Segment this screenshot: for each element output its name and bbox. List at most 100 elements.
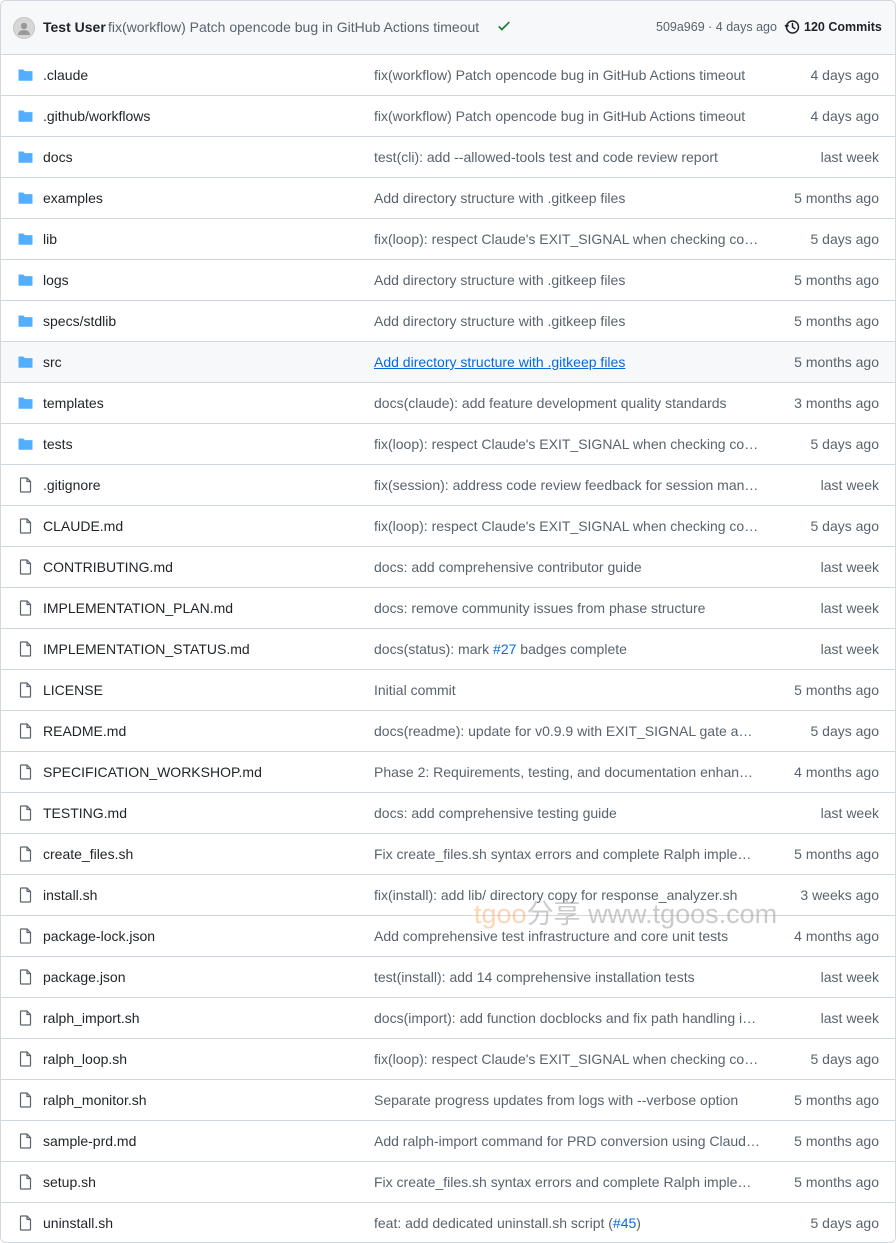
file-name[interactable]: src (43, 354, 62, 370)
commit-message[interactable]: fix(loop): respect Claude's EXIT_SIGNAL … (374, 1051, 760, 1067)
commit-age[interactable]: 5 months ago (794, 1133, 879, 1149)
commit-age[interactable]: 5 days ago (811, 1051, 880, 1067)
file-name[interactable]: docs (43, 149, 73, 165)
file-row[interactable]: src Add directory structure with .gitkeep… (1, 342, 895, 383)
commit-age[interactable]: 5 days ago (811, 518, 880, 534)
file-name[interactable]: ralph_monitor.sh (43, 1092, 147, 1108)
commit-message[interactable]: docs(readme): update for v0.9.9 with EXI… (374, 723, 760, 739)
commit-age[interactable]: last week (821, 641, 879, 657)
file-name[interactable]: CLAUDE.md (43, 518, 123, 534)
commit-message[interactable]: fix(loop): respect Claude's EXIT_SIGNAL … (374, 436, 760, 452)
commit-age[interactable]: 5 months ago (794, 354, 879, 370)
commits-link[interactable]: 120 Commits (784, 19, 882, 35)
file-row[interactable]: templates docs(claude): add feature devel… (1, 383, 895, 424)
issue-link[interactable]: #45 (613, 1215, 636, 1231)
file-row[interactable]: setup.sh Fix create_files.sh syntax error… (1, 1162, 895, 1203)
commit-age[interactable]: last week (821, 149, 879, 165)
file-row[interactable]: lib fix(loop): respect Claude's EXIT_SIGN… (1, 219, 895, 260)
file-name[interactable]: IMPLEMENTATION_STATUS.md (43, 641, 250, 657)
file-row[interactable]: examples Add directory structure with .gi… (1, 178, 895, 219)
commit-message[interactable]: Add directory structure with .gitkeep fi… (374, 354, 760, 370)
file-name[interactable]: LICENSE (43, 682, 103, 698)
file-row[interactable]: ralph_loop.sh fix(loop): respect Claude's… (1, 1039, 895, 1080)
file-row[interactable]: IMPLEMENTATION_STATUS.md docs(status): ma… (1, 629, 895, 670)
file-row[interactable]: .github/workflows fix(workflow) Patch ope… (1, 96, 895, 137)
file-name[interactable]: setup.sh (43, 1174, 96, 1190)
commit-age[interactable]: last week (821, 1010, 879, 1026)
latest-commit-message[interactable]: fix(workflow) Patch opencode bug in GitH… (108, 19, 479, 35)
commit-age[interactable]: 5 days ago (811, 231, 880, 247)
commit-message[interactable]: docs(claude): add feature development qu… (374, 395, 760, 411)
file-name[interactable]: sample-prd.md (43, 1133, 136, 1149)
file-name[interactable]: examples (43, 190, 103, 206)
commit-age[interactable]: 3 weeks ago (800, 887, 879, 903)
commit-message[interactable]: fix(loop): respect Claude's EXIT_SIGNAL … (374, 518, 760, 534)
file-row[interactable]: docs test(cli): add --allowed-tools test … (1, 137, 895, 178)
commit-message[interactable]: docs(status): mark #27 badges complete (374, 641, 760, 657)
commit-message[interactable]: docs(import): add function docblocks and… (374, 1010, 760, 1026)
commit-age[interactable]: last week (821, 477, 879, 493)
commit-message[interactable]: docs: remove community issues from phase… (374, 600, 760, 616)
commit-message[interactable]: fix(loop): respect Claude's EXIT_SIGNAL … (374, 231, 760, 247)
file-name[interactable]: package.json (43, 969, 126, 985)
commit-message[interactable]: fix(session): address code review feedba… (374, 477, 760, 493)
commit-author[interactable]: Test User (43, 19, 106, 35)
commit-age[interactable]: last week (821, 559, 879, 575)
avatar[interactable] (13, 17, 35, 39)
file-name[interactable]: ralph_loop.sh (43, 1051, 127, 1067)
file-row[interactable]: create_files.sh Fix create_files.sh synta… (1, 834, 895, 875)
file-name[interactable]: lib (43, 231, 57, 247)
file-name[interactable]: ralph_import.sh (43, 1010, 140, 1026)
file-name[interactable]: CONTRIBUTING.md (43, 559, 173, 575)
commit-age[interactable]: last week (821, 805, 879, 821)
commit-message[interactable]: test(install): add 14 comprehensive inst… (374, 969, 760, 985)
commit-message[interactable]: feat: add dedicated uninstall.sh script … (374, 1215, 760, 1231)
file-name[interactable]: README.md (43, 723, 126, 739)
file-row[interactable]: CONTRIBUTING.md docs: add comprehensive c… (1, 547, 895, 588)
commit-message[interactable]: test(cli): add --allowed-tools test and … (374, 149, 760, 165)
commit-age[interactable]: 5 months ago (794, 682, 879, 698)
file-name[interactable]: uninstall.sh (43, 1215, 113, 1231)
commit-message[interactable]: Add directory structure with .gitkeep fi… (374, 313, 760, 329)
file-name[interactable]: IMPLEMENTATION_PLAN.md (43, 600, 233, 616)
file-row[interactable]: package-lock.json Add comprehensive test … (1, 916, 895, 957)
commit-message[interactable]: Fix create_files.sh syntax errors and co… (374, 846, 760, 862)
file-row[interactable]: install.sh fix(install): add lib/ directo… (1, 875, 895, 916)
commit-age[interactable]: 5 months ago (794, 846, 879, 862)
commit-age[interactable]: 4 months ago (794, 928, 879, 944)
commit-message[interactable]: fix(workflow) Patch opencode bug in GitH… (374, 108, 760, 124)
commit-age[interactable]: last week (821, 600, 879, 616)
file-row[interactable]: README.md docs(readme): update for v0.9.9… (1, 711, 895, 752)
file-name[interactable]: tests (43, 436, 73, 452)
commit-age[interactable]: 5 months ago (794, 1174, 879, 1190)
file-row[interactable]: tests fix(loop): respect Claude's EXIT_SI… (1, 424, 895, 465)
commit-message[interactable]: Fix create_files.sh syntax errors and co… (374, 1174, 760, 1190)
file-name[interactable]: SPECIFICATION_WORKSHOP.md (43, 764, 262, 780)
file-name[interactable]: specs/stdlib (43, 313, 116, 329)
commit-age[interactable]: 4 days ago (811, 108, 880, 124)
file-row[interactable]: CLAUDE.md fix(loop): respect Claude's EXI… (1, 506, 895, 547)
commit-age[interactable]: 5 months ago (794, 313, 879, 329)
commit-message[interactable]: Phase 2: Requirements, testing, and docu… (374, 764, 760, 780)
file-name[interactable]: logs (43, 272, 69, 288)
commit-age[interactable]: 5 months ago (794, 1092, 879, 1108)
file-row[interactable]: TESTING.md docs: add comprehensive testin… (1, 793, 895, 834)
file-name[interactable]: .github/workflows (43, 108, 150, 124)
file-row[interactable]: .gitignore fix(session): address code rev… (1, 465, 895, 506)
file-name[interactable]: install.sh (43, 887, 97, 903)
issue-link[interactable]: #27 (493, 641, 516, 657)
commit-message[interactable]: Separate progress updates from logs with… (374, 1092, 760, 1108)
commit-age[interactable]: 5 days ago (811, 1215, 880, 1231)
commit-message[interactable]: docs: add comprehensive testing guide (374, 805, 760, 821)
commit-message[interactable]: fix(install): add lib/ directory copy fo… (374, 887, 760, 903)
commit-message[interactable]: Initial commit (374, 682, 760, 698)
file-name[interactable]: TESTING.md (43, 805, 127, 821)
commit-message[interactable]: Add comprehensive test infrastructure an… (374, 928, 760, 944)
file-row[interactable]: specs/stdlib Add directory structure with… (1, 301, 895, 342)
file-name[interactable]: .gitignore (43, 477, 101, 493)
commit-hash-time[interactable]: 509a969 · 4 days ago (656, 20, 777, 34)
commit-message[interactable]: Add directory structure with .gitkeep fi… (374, 190, 760, 206)
file-row[interactable]: ralph_monitor.sh Separate progress update… (1, 1080, 895, 1121)
file-row[interactable]: ralph_import.sh docs(import): add functio… (1, 998, 895, 1039)
commit-age[interactable]: 4 days ago (811, 67, 880, 83)
